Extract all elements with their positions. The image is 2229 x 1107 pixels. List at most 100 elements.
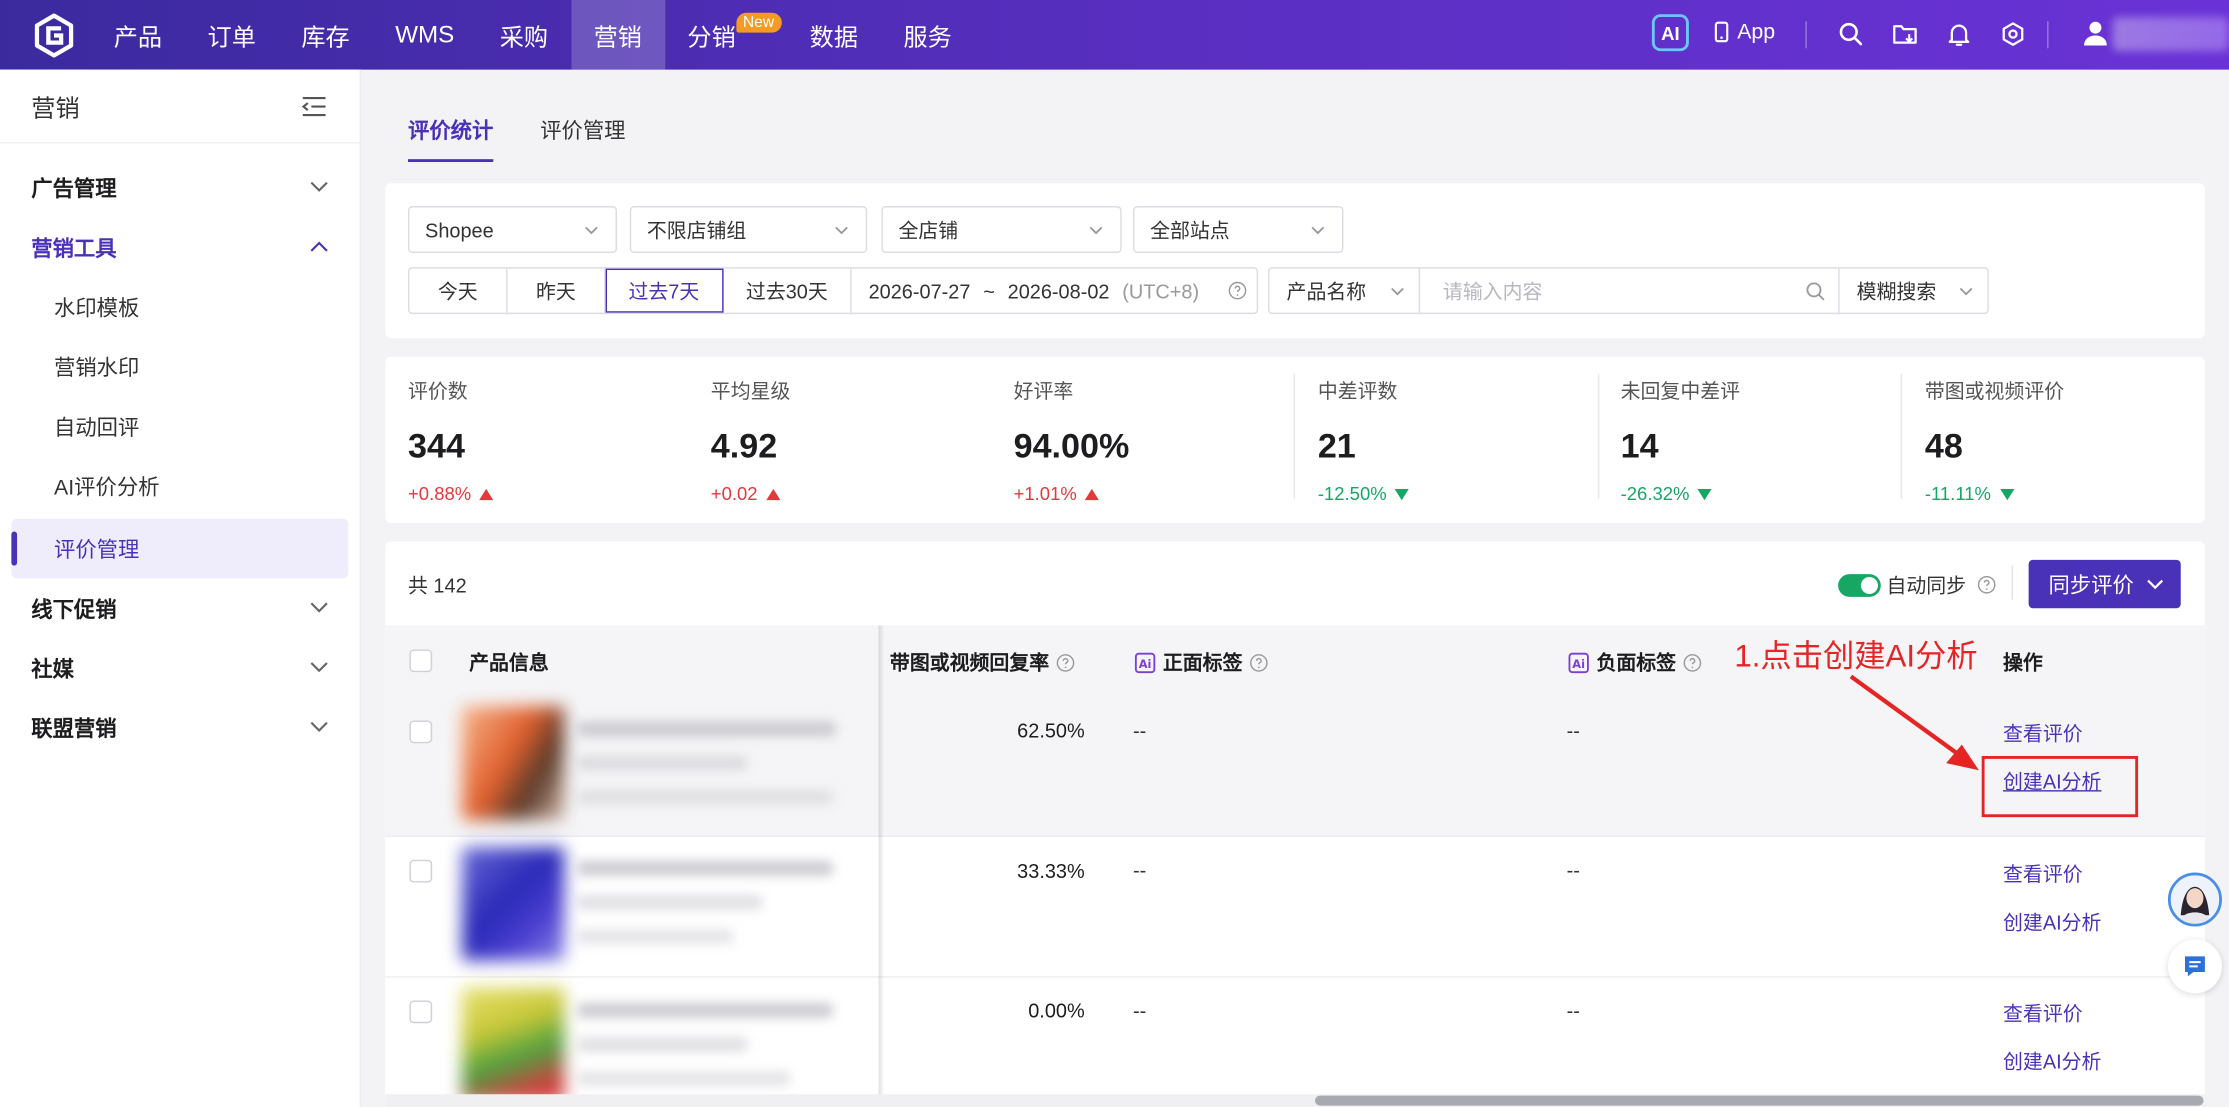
sidebar-item-watermark-template[interactable]: 水印模板 — [11, 277, 348, 337]
stat-value: 344 — [407, 427, 465, 467]
nav-service[interactable]: 服务 — [881, 0, 975, 70]
change-value: +0.02 — [710, 483, 758, 505]
help-icon[interactable] — [1228, 281, 1247, 300]
nav-marketing[interactable]: 营销 — [570, 0, 665, 70]
nav-product[interactable]: 产品 — [91, 0, 185, 70]
nav-orders[interactable]: 订单 — [185, 0, 279, 70]
settings-icon[interactable] — [2000, 21, 2026, 47]
sidebar-item-marketing-watermark[interactable]: 营销水印 — [11, 337, 348, 397]
ai-tag-icon: Ai — [1134, 652, 1156, 673]
sidebar-item-review-management[interactable]: 评价管理 — [11, 518, 349, 579]
tab-review-management[interactable]: 评价管理 — [540, 115, 625, 145]
scrollbar-thumb[interactable] — [1314, 1095, 2204, 1106]
change-value: +1.01% — [1013, 483, 1077, 505]
store-select[interactable]: 全店铺 — [881, 206, 1122, 253]
tab-review-stats[interactable]: 评价统计 — [408, 115, 493, 145]
platform-select[interactable]: Shopee — [407, 206, 617, 253]
col-negative-tags: Ai 负面标签 — [1568, 648, 1702, 676]
create-ai-analysis-link[interactable]: 创建AI分析 — [2003, 908, 2101, 936]
folder-download-icon[interactable] — [1892, 21, 1918, 47]
chevron-down-icon — [835, 226, 848, 235]
range-last-7-days[interactable]: 过去7天 — [605, 268, 724, 313]
view-reviews-link[interactable]: 查看评价 — [2003, 999, 2083, 1027]
date-end: 2026-08-02 — [1007, 279, 1110, 302]
range-yesterday[interactable]: 昨天 — [508, 268, 606, 313]
support-avatar[interactable] — [2167, 872, 2222, 927]
total-count: 共 142 — [407, 574, 467, 597]
user-name-blurred[interactable] — [2112, 17, 2229, 52]
nav-label: 服务 — [903, 24, 952, 52]
site-select[interactable]: 全部站点 — [1133, 206, 1344, 253]
app-button[interactable]: App — [1714, 20, 1775, 44]
auto-sync-toggle[interactable] — [1838, 574, 1881, 597]
view-reviews-link[interactable]: 查看评价 — [2003, 719, 2083, 747]
sidebar-group-offline-promo[interactable]: 线下促销 — [0, 578, 361, 638]
divider — [1805, 21, 1807, 49]
help-icon[interactable] — [1056, 653, 1075, 672]
button-label: 同步评价 — [2048, 573, 2134, 598]
search-icon[interactable] — [1838, 21, 1864, 47]
sidebar-group-social[interactable]: 社媒 — [0, 638, 361, 698]
positive-tags: -- — [1133, 999, 1147, 1022]
nav-distribution[interactable]: 分销 New — [665, 0, 782, 70]
product-thumbnail[interactable] — [462, 987, 565, 1102]
select-all-checkbox[interactable] — [409, 649, 433, 673]
sidebar-group-label: 联盟营销 — [31, 716, 117, 742]
collapse-sidebar-icon[interactable] — [301, 95, 327, 118]
negative-tags: -- — [1566, 999, 1580, 1022]
sidebar-group-marketing-tools[interactable]: 营销工具 — [0, 217, 361, 277]
range-last-30-days[interactable]: 过去30天 — [724, 268, 852, 313]
nav-purchase[interactable]: 采购 — [477, 0, 571, 70]
product-meta-blurred — [577, 929, 734, 944]
sidebar-item-label: 自动回评 — [54, 415, 140, 440]
nav-wms[interactable]: WMS — [372, 0, 477, 70]
sidebar-group-label: 广告管理 — [31, 176, 117, 202]
help-icon[interactable] — [1683, 653, 1702, 672]
product-title-blurred — [577, 721, 836, 737]
negative-tags: -- — [1566, 858, 1580, 882]
product-thumbnail[interactable] — [462, 846, 565, 961]
nav-data[interactable]: 数据 — [787, 0, 881, 70]
row-checkbox[interactable] — [409, 720, 433, 744]
search-input[interactable] — [1420, 268, 1840, 313]
product-search: 产品名称 模糊搜索 — [1268, 267, 1989, 315]
sidebar-item-auto-reply[interactable]: 自动回评 — [11, 396, 348, 456]
chevron-down-icon — [2147, 579, 2164, 590]
nav-inventory[interactable]: 库存 — [279, 0, 373, 70]
select-value: 模糊搜索 — [1856, 279, 1937, 302]
stat-value: 14 — [1620, 427, 1659, 467]
range-today[interactable]: 今天 — [409, 268, 508, 313]
column-label: 负面标签 — [1596, 650, 1677, 674]
bell-icon[interactable] — [1946, 21, 1972, 47]
nav-label: 采购 — [499, 24, 549, 52]
new-badge: New — [735, 12, 782, 33]
row-checkbox[interactable] — [409, 859, 433, 883]
sidebar-item-ai-review-analysis[interactable]: AI评价分析 — [11, 456, 348, 516]
ai-button[interactable]: AI — [1651, 14, 1689, 52]
timezone-label: (UTC+8) — [1122, 279, 1200, 302]
help-icon[interactable] — [1977, 575, 1996, 594]
stat-change: +0.02 — [711, 483, 781, 504]
annotation-arrow — [1849, 674, 1979, 771]
chevron-down-icon — [310, 721, 328, 732]
chat-button[interactable] — [2167, 939, 2222, 994]
annotation-highlight-box — [1981, 756, 2139, 818]
store-group-select[interactable]: 不限店铺组 — [629, 206, 868, 253]
product-thumbnail[interactable] — [462, 706, 565, 820]
search-field-select[interactable]: 产品名称 — [1269, 268, 1421, 313]
date-range-picker[interactable]: 2026-07-27 ~ 2026-08-02 (UTC+8) — [852, 269, 1257, 313]
create-ai-analysis-link[interactable]: 创建AI分析 — [2003, 1047, 2101, 1075]
search-icon[interactable] — [1805, 281, 1825, 301]
sidebar-group-ads[interactable]: 广告管理 — [0, 158, 361, 218]
user-icon[interactable] — [2081, 18, 2109, 46]
sync-reviews-button[interactable]: 同步评价 — [2028, 559, 2181, 609]
search-mode-select[interactable]: 模糊搜索 — [1840, 269, 1988, 313]
row-checkbox[interactable] — [409, 1000, 433, 1024]
sidebar-group-affiliate[interactable]: 联盟营销 — [0, 698, 361, 758]
view-reviews-link[interactable]: 查看评价 — [2003, 860, 2083, 888]
chevron-down-icon — [1089, 226, 1103, 235]
stat-avg-rating: 平均星级 4.92 +0.02 — [711, 377, 995, 504]
positive-tags: -- — [1133, 719, 1147, 742]
help-icon[interactable] — [1250, 653, 1268, 672]
logo-icon[interactable] — [31, 13, 76, 58]
